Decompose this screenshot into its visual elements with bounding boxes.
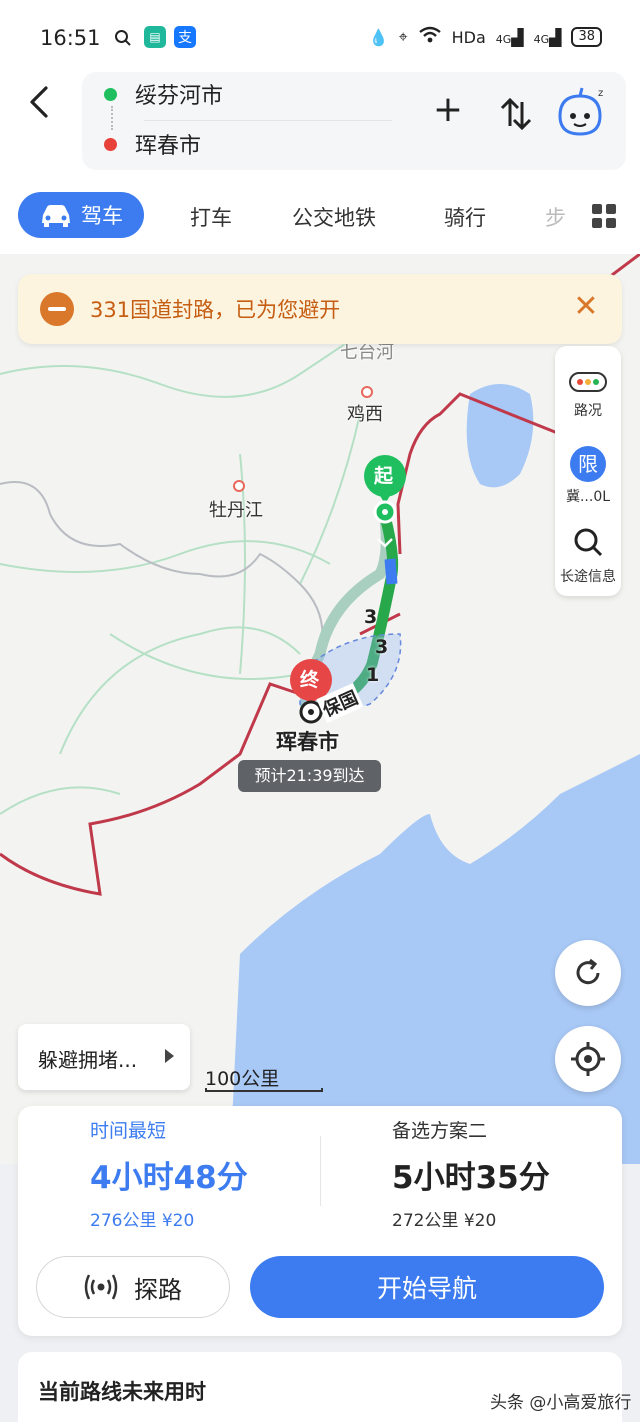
traffic-label: 路况	[574, 403, 602, 419]
start-dot-icon	[104, 87, 117, 101]
tab-drive[interactable]: 驾车	[18, 192, 144, 238]
limit-label: 冀...0L	[565, 489, 611, 505]
signal-icon-1: 4G▟	[495, 27, 524, 47]
route-option-fastest[interactable]: 时间最短 4小时48分 276公里 ¥20	[18, 1106, 318, 1236]
option-tag: 时间最短	[90, 1120, 167, 1142]
future-time-title: 当前路线未来用时	[38, 1380, 206, 1404]
location-icon: ⌖	[398, 27, 408, 46]
broadcast-icon	[84, 1274, 118, 1300]
add-waypoint-button[interactable]: +	[428, 92, 468, 132]
refresh-icon	[576, 958, 600, 985]
route-blue-segment	[384, 558, 398, 585]
start-point-field[interactable]: 绥芬河市	[104, 78, 223, 110]
tab-taxi[interactable]: 打车	[190, 202, 232, 232]
option-duration: 5小时35分	[392, 1160, 550, 1196]
plate-limit-button[interactable]: 限 冀...0L	[555, 446, 621, 506]
eta-chip: 预计21:39到达	[238, 760, 381, 792]
battery-icon: 38	[571, 27, 602, 47]
divider	[144, 120, 392, 121]
avoid-congestion-button[interactable]: 躲避拥堵...	[18, 1024, 190, 1090]
start-marker-label: 起	[374, 465, 394, 487]
city-dot-mudanjiang	[233, 480, 245, 492]
road-number-2: 3	[375, 636, 389, 658]
road-number-3: 1	[366, 664, 380, 686]
tab-transit[interactable]: 公交地铁	[292, 202, 376, 232]
route-input-box: 绥芬河市 珲春市 + z	[82, 72, 626, 170]
more-modes-grid-icon[interactable]	[592, 204, 616, 228]
back-button[interactable]	[22, 80, 58, 124]
search-icon	[112, 26, 134, 50]
status-indicators: 💧 ⌖ HDa 4G▟ 4G▟ 38	[369, 26, 602, 48]
network-type: HDa	[451, 27, 486, 47]
drop-icon: 💧	[368, 27, 389, 47]
alipay-icon: 支	[174, 26, 196, 48]
long-trip-label: 长途信息	[560, 569, 616, 585]
option-meta: 276公里 ¥20	[90, 1211, 195, 1231]
search-icon	[574, 528, 603, 557]
route-options-card: 时间最短 4小时48分 276公里 ¥20 备选方案二 5小时35分 272公里…	[18, 1106, 622, 1336]
limit-icon: 限	[570, 446, 606, 482]
map-scale-bar	[205, 1088, 323, 1092]
city-label-mudanjiang: 牡丹江	[209, 500, 263, 521]
route-option-alternative[interactable]: 备选方案二 5小时35分 272公里 ¥20	[320, 1106, 620, 1236]
map-scale-label: 100公里	[205, 1068, 280, 1090]
route-connector	[111, 106, 113, 130]
option-meta: 272公里 ¥20	[392, 1211, 497, 1231]
assistant-bot-button[interactable]: z	[552, 84, 608, 140]
locate-me-button[interactable]	[555, 1026, 621, 1092]
road-number-1: 3	[364, 606, 378, 628]
swap-route-button[interactable]	[496, 94, 536, 134]
traffic-light-icon	[569, 372, 607, 392]
car-icon	[42, 205, 70, 227]
status-bar: 16:51 ▤ 支 💧 ⌖ HDa 4G▟ 4G▟ 38	[0, 0, 640, 78]
city-label-destination: 珲春市	[276, 730, 339, 754]
alert-text: 331国道封路，已为您避开	[90, 298, 341, 322]
close-icon[interactable]: ✕	[570, 292, 602, 324]
route-header: 绥芬河市 珲春市 + z 驾车 打车 公交地铁 骑行 步	[0, 72, 640, 254]
border-line	[0, 254, 640, 896]
svg-text:z: z	[598, 88, 603, 99]
map-side-panel: 路况 限 冀...0L 长途信息	[555, 346, 621, 596]
end-marker-label: 终	[300, 669, 320, 691]
start-point-label: 绥芬河市	[135, 84, 224, 109]
tab-cycling[interactable]: 骑行	[444, 202, 486, 232]
probe-button[interactable]: 探路	[36, 1256, 230, 1318]
end-point-field[interactable]: 珲春市	[104, 128, 201, 160]
long-trip-info-button[interactable]: 长途信息	[555, 526, 621, 586]
tab-drive-label: 驾车	[81, 204, 123, 228]
app-notification-icon: ▤	[144, 26, 166, 48]
city-label-jixi: 鸡西	[347, 404, 383, 425]
status-time: 16:51	[40, 26, 101, 50]
watermark: 头条 @小高爱旅行	[490, 1393, 632, 1413]
travel-mode-tabs: 驾车 打车 公交地铁 骑行 步	[0, 190, 640, 242]
avoid-label: 躲避拥堵...	[38, 1048, 138, 1072]
locate-icon	[571, 1042, 605, 1076]
traffic-toggle[interactable]: 路况	[555, 372, 621, 420]
wifi-icon	[418, 26, 442, 48]
city-dot-jixi	[361, 386, 373, 398]
end-dot-icon	[104, 137, 117, 151]
end-point-label: 珲春市	[135, 134, 202, 159]
signal-icon-2: 4G▟	[533, 27, 562, 47]
start-navigation-button[interactable]: 开始导航	[250, 1256, 604, 1318]
option-duration: 4小时48分	[90, 1160, 248, 1196]
road-closure-alert: 331国道封路，已为您避开 ✕	[18, 274, 622, 344]
tab-walk[interactable]: 步	[545, 202, 565, 232]
option-tag: 备选方案二	[392, 1120, 488, 1142]
probe-label: 探路	[134, 1275, 182, 1304]
no-entry-icon	[40, 292, 74, 326]
expand-arrow-icon	[165, 1049, 174, 1063]
refresh-route-button[interactable]	[555, 940, 621, 1006]
